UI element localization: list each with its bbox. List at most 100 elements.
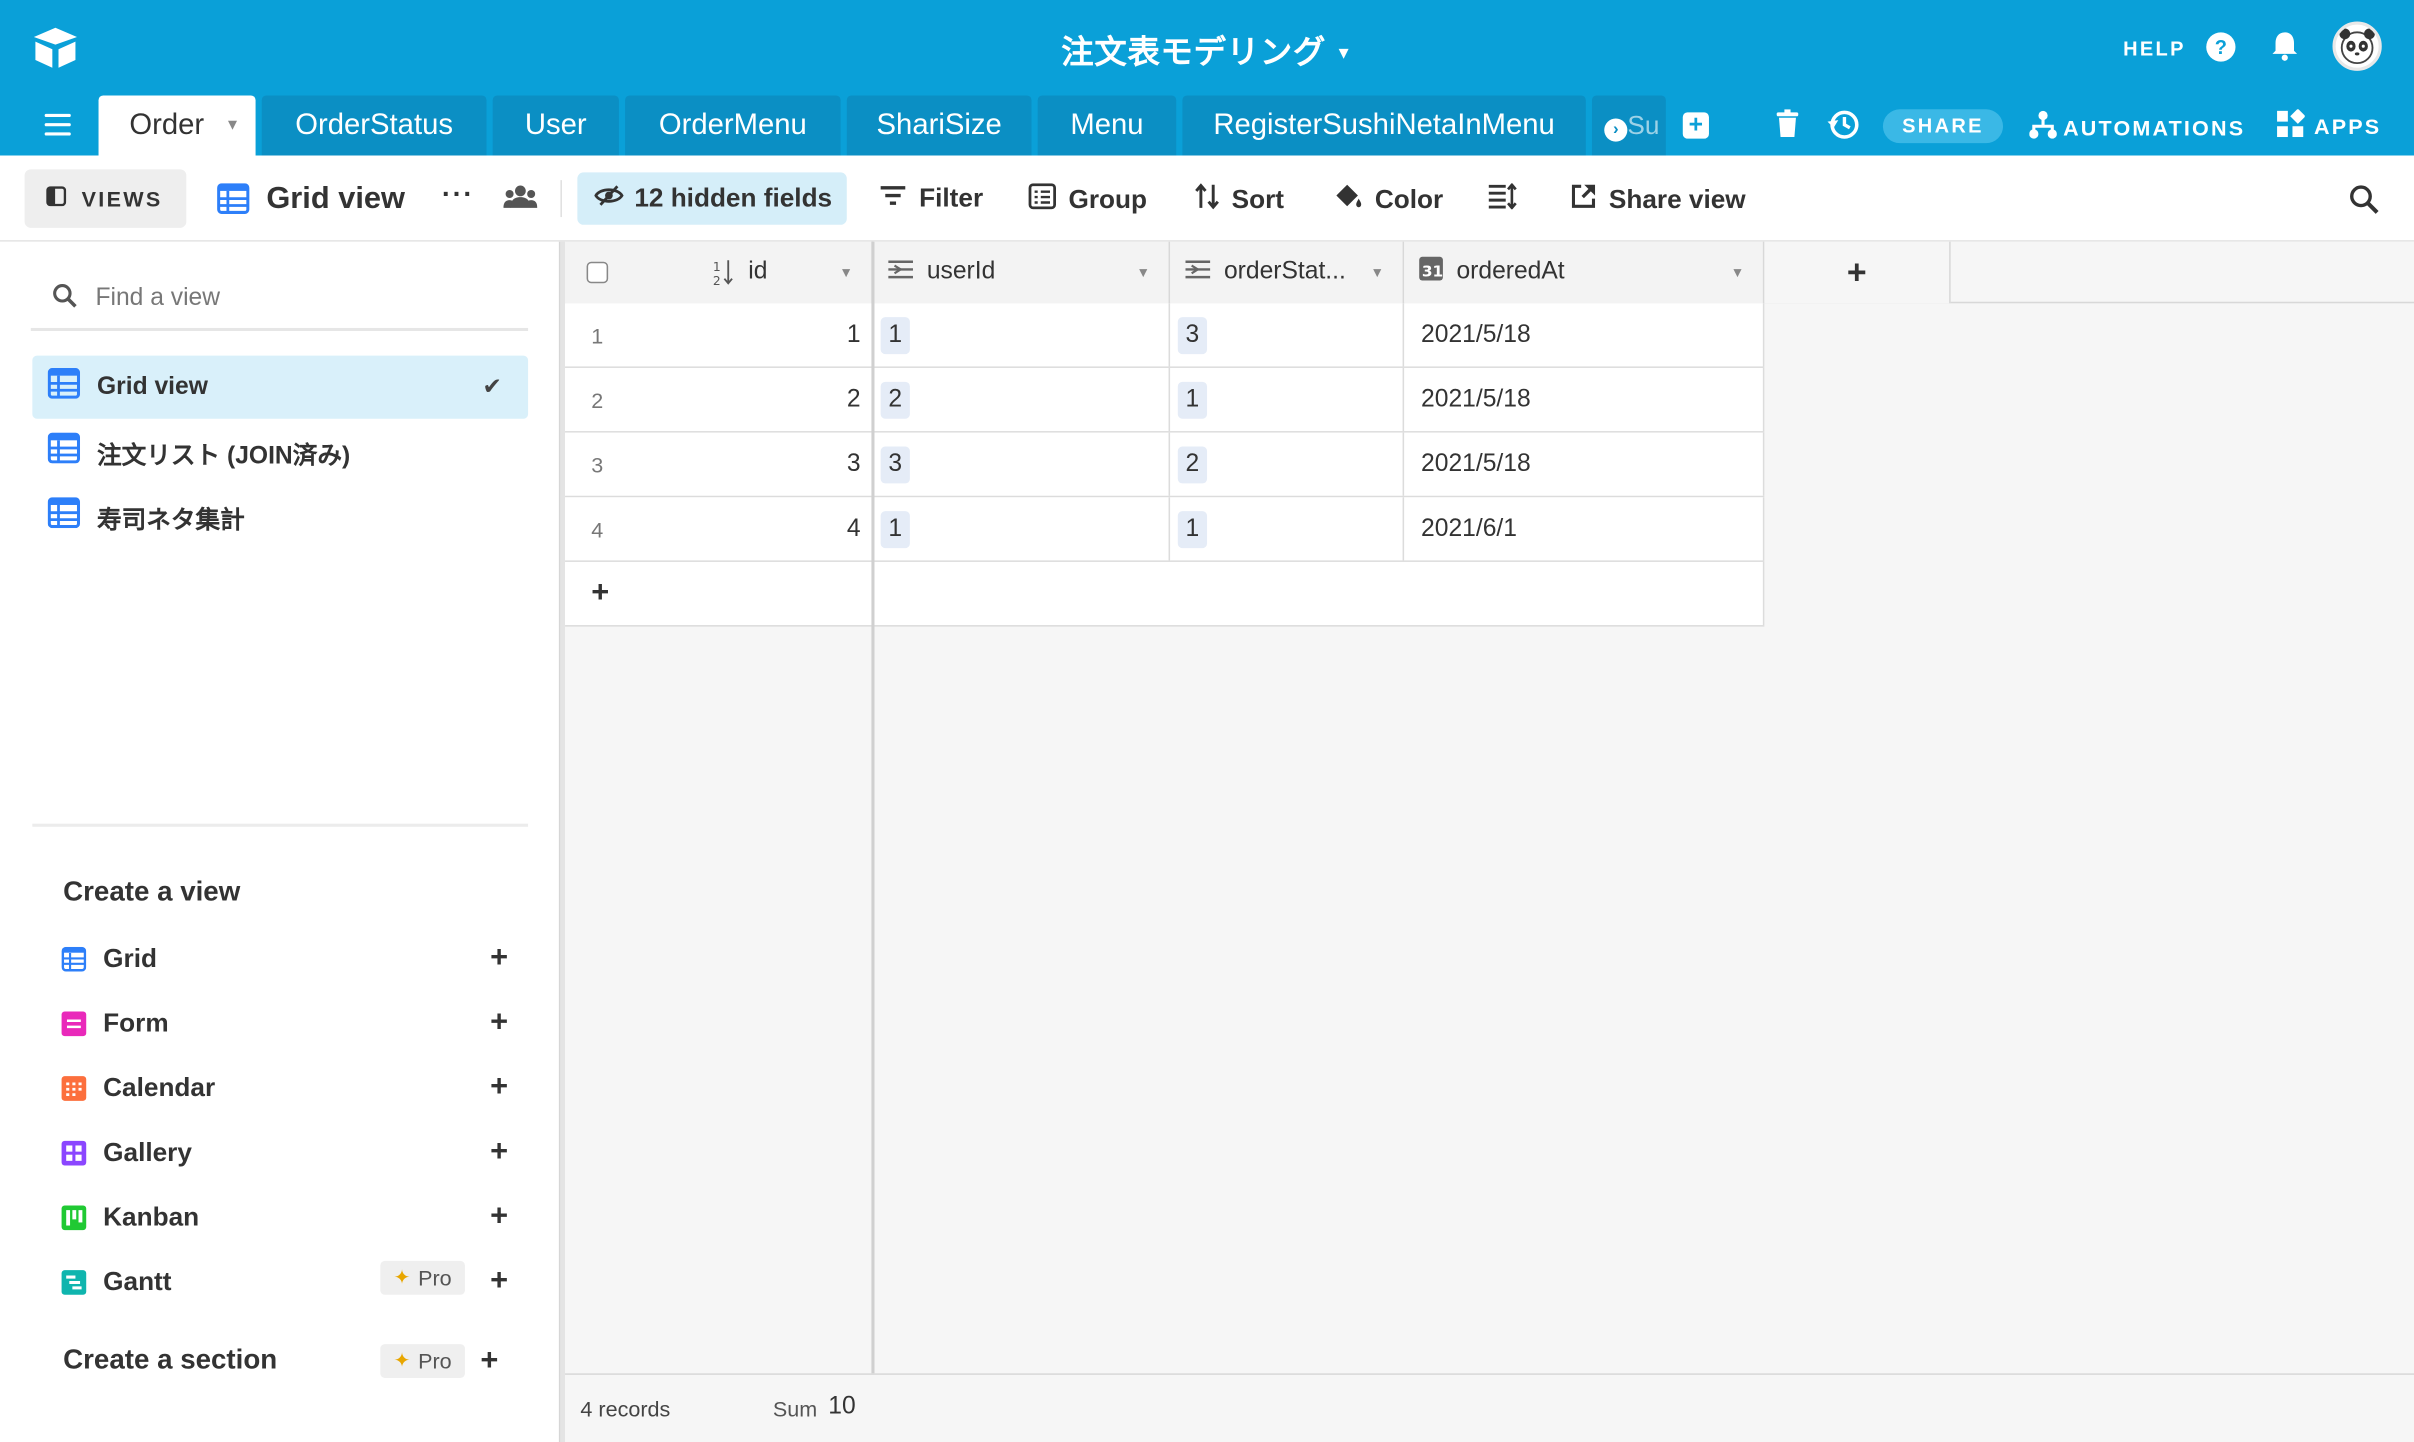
tab-user[interactable]: User: [492, 95, 619, 156]
trash-icon[interactable]: [1775, 109, 1800, 146]
cell-id[interactable]: 2: [781, 368, 873, 431]
plus-icon[interactable]: +: [490, 1264, 508, 1298]
summary-value[interactable]: 10: [828, 1393, 855, 1421]
column-label: orderedAt: [1456, 258, 1565, 285]
cell-orderstatus[interactable]: 2: [1170, 432, 1405, 496]
cell-id[interactable]: 4: [781, 497, 873, 560]
header-primary-field[interactable]: 12 id ▼: [565, 241, 873, 304]
linked-record-pill[interactable]: 2: [880, 381, 910, 419]
share-view-button[interactable]: Share view: [1570, 183, 1746, 217]
add-table-icon[interactable]: +: [1682, 112, 1709, 139]
group-button[interactable]: Group: [1028, 183, 1147, 217]
tab-orderstatus[interactable]: OrderStatus: [261, 95, 487, 156]
tab-sharisize[interactable]: ShariSize: [846, 95, 1032, 156]
hamburger-menu-icon[interactable]: [44, 113, 71, 142]
chevron-down-icon[interactable]: ▼: [839, 265, 853, 280]
chevron-down-icon[interactable]: ▼: [1370, 265, 1384, 280]
date-field-icon: 31: [1418, 256, 1444, 290]
tab-overflow[interactable]: › Su: [1591, 95, 1666, 156]
sidebar-view-order-list[interactable]: 注文リスト (JOIN済み): [32, 420, 528, 483]
add-row-button[interactable]: +: [565, 561, 1765, 626]
color-button[interactable]: Color: [1333, 183, 1443, 217]
cell-orderstatus[interactable]: 3: [1170, 303, 1405, 367]
summary-label[interactable]: Sum: [773, 1396, 817, 1421]
linked-record-pill[interactable]: 1: [880, 316, 910, 354]
base-title[interactable]: 注文表モデリング ▼: [0, 28, 2414, 74]
create-calendar-view[interactable]: Calendar +: [61, 1070, 508, 1107]
table-row[interactable]: 1 1 1 3 2021/5/18: [565, 303, 1765, 368]
table-row[interactable]: 3 3 3 2 2021/5/18: [565, 432, 1765, 498]
cell-userid[interactable]: 1: [873, 497, 1171, 561]
more-options-icon[interactable]: ···: [442, 179, 474, 211]
plus-icon[interactable]: +: [490, 1070, 508, 1104]
cell-orderedat[interactable]: 2021/5/18: [1404, 367, 1765, 432]
help-label[interactable]: HELP: [2123, 37, 2186, 60]
avatar[interactable]: [2332, 21, 2382, 71]
apps-button[interactable]: APPS: [2276, 108, 2382, 143]
views-toggle-button[interactable]: VIEWS: [24, 169, 187, 228]
chevron-down-icon[interactable]: ▼: [1731, 265, 1745, 280]
cell-orderedat[interactable]: 2021/5/18: [1404, 432, 1765, 496]
table-row[interactable]: 4 4 1 1 2021/6/1: [565, 497, 1765, 562]
linked-record-pill[interactable]: 3: [1177, 316, 1207, 354]
create-section-button[interactable]: Create a section: [63, 1344, 277, 1376]
apps-icon: [2276, 108, 2306, 143]
automations-button[interactable]: AUTOMATIONS: [2029, 109, 2245, 144]
current-view-name[interactable]: Grid view: [266, 182, 405, 217]
add-row[interactable]: +: [565, 561, 1765, 627]
linked-record-pill[interactable]: 1: [880, 510, 910, 548]
frozen-column-divider[interactable]: [871, 241, 875, 1442]
sidebar-view-sushi-summary[interactable]: 寿司ネタ集計: [32, 485, 528, 548]
add-field-button[interactable]: +: [1764, 241, 1951, 304]
chevron-down-icon[interactable]: ▼: [1136, 265, 1150, 280]
plus-icon[interactable]: +: [490, 1199, 508, 1233]
history-icon[interactable]: [1827, 108, 1860, 148]
table-row[interactable]: 2 2 2 1 2021/5/18: [565, 367, 1765, 433]
tab-order[interactable]: Order ▼: [98, 95, 256, 156]
find-view-input[interactable]: [95, 284, 481, 313]
chevron-right-icon[interactable]: ›: [1604, 118, 1628, 142]
cell-orderedat[interactable]: 2021/6/1: [1404, 497, 1765, 561]
sort-button[interactable]: Sort: [1195, 183, 1284, 217]
cell-orderedat[interactable]: 2021/5/18: [1404, 303, 1765, 367]
plus-icon[interactable]: +: [490, 1135, 508, 1169]
cell-orderstatus[interactable]: 1: [1170, 497, 1405, 561]
search-icon[interactable]: [2349, 185, 2379, 222]
linked-record-pill[interactable]: 2: [1177, 445, 1207, 483]
chevron-down-icon[interactable]: ▼: [225, 95, 240, 155]
header-orderstatus[interactable]: orderStat... ▼: [1170, 241, 1405, 304]
cell-id[interactable]: 3: [781, 433, 873, 496]
header-orderedat[interactable]: 31 orderedAt ▼: [1404, 241, 1765, 304]
create-grid-view[interactable]: Grid +: [61, 941, 508, 978]
row-height-button[interactable]: [1487, 182, 1518, 217]
tab-registersushinetainmenu[interactable]: RegisterSushiNetaInMenu: [1182, 95, 1586, 156]
share-button[interactable]: SHARE: [1882, 109, 2004, 144]
create-gallery-view[interactable]: Gallery +: [61, 1135, 508, 1172]
kanban-icon: [61, 1205, 87, 1231]
collaborators-icon[interactable]: [503, 185, 538, 217]
hidden-fields-button[interactable]: 12 hidden fields: [577, 172, 847, 225]
column-label: orderStat...: [1223, 258, 1346, 285]
plus-icon[interactable]: +: [490, 1005, 508, 1039]
tab-menu[interactable]: Menu: [1037, 95, 1177, 156]
cell-userid[interactable]: 1: [873, 303, 1171, 367]
filter-button[interactable]: Filter: [879, 183, 983, 214]
select-all-checkbox[interactable]: [586, 261, 609, 284]
find-view-field[interactable]: [30, 269, 529, 332]
cell-id[interactable]: 1: [781, 303, 873, 366]
linked-record-pill[interactable]: 1: [1177, 510, 1207, 548]
bell-icon[interactable]: [2271, 31, 2299, 69]
linked-record-pill[interactable]: 1: [1177, 381, 1207, 419]
help-icon[interactable]: ?: [2206, 32, 2236, 62]
sidebar-view-grid-view[interactable]: Grid view ✔: [32, 355, 529, 419]
cell-userid[interactable]: 2: [873, 367, 1171, 432]
plus-icon[interactable]: +: [480, 1344, 498, 1378]
header-userid[interactable]: userId ▼: [872, 241, 1171, 304]
linked-record-pill[interactable]: 3: [880, 445, 910, 483]
cell-userid[interactable]: 3: [873, 432, 1171, 496]
create-kanban-view[interactable]: Kanban +: [61, 1199, 508, 1236]
create-form-view[interactable]: Form +: [61, 1005, 508, 1042]
cell-orderstatus[interactable]: 1: [1170, 367, 1405, 432]
tab-ordermenu[interactable]: OrderMenu: [625, 95, 841, 156]
plus-icon[interactable]: +: [490, 941, 508, 975]
